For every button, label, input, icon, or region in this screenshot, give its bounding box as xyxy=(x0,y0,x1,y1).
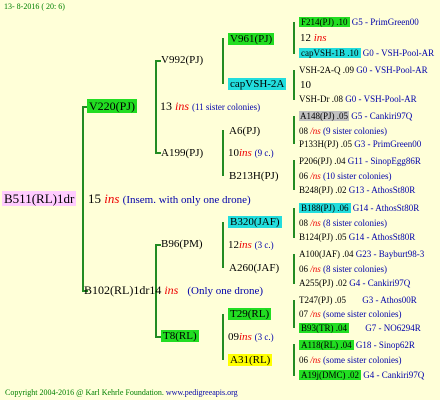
queen-b248[interactable]: B248(PJ) .02 G13 - AthosSt80R xyxy=(299,183,415,198)
footer-copyright: Copyright 2004-2016 @ Karl Kehrle Founda… xyxy=(5,388,238,397)
queen-v961[interactable]: V961(PJ) xyxy=(228,32,275,47)
connector xyxy=(293,254,295,284)
queen-b320[interactable]: B320(JAF) xyxy=(228,215,282,230)
queen-a255[interactable]: A255(PJ) .02 G4 - Cankiri97Q xyxy=(299,276,410,291)
queen-a260[interactable]: A260(JAF) xyxy=(229,261,279,276)
connector xyxy=(293,116,295,144)
connector xyxy=(293,208,295,238)
queen-capvsh1b[interactable]: capVSH-1B .10 G0 - VSH-Pool-AR xyxy=(299,46,434,61)
queen-capvsh2a-info: 10 xyxy=(300,79,311,91)
queen-a118[interactable]: A118(RL) .04 G18 - Sinop62R xyxy=(299,338,415,353)
connector xyxy=(293,344,295,376)
queen-v992[interactable]: V992(PJ) xyxy=(161,53,203,68)
sire-queen[interactable]: V220(PJ) xyxy=(87,99,138,114)
connector xyxy=(222,314,224,360)
queen-p133h[interactable]: P133H(PJ) .05 G3 - PrimGreen00 xyxy=(299,137,421,152)
queen-a19j[interactable]: A19j(DMC) .02 G4 - Cankiri97Q xyxy=(299,368,424,383)
connector xyxy=(222,38,224,84)
date-stamp: 13- 8-2016 ( 20: 6) xyxy=(4,2,65,11)
queen-a199[interactable]: A199(PJ) xyxy=(161,146,203,161)
queen-t29[interactable]: T29(RL) xyxy=(228,307,272,322)
queen-t8[interactable]: T8(RL) xyxy=(161,329,199,344)
queen-b320-info2: 08 /ns (8 sister colonies) xyxy=(299,218,387,228)
dam-queen[interactable]: B102(RL)1dr14 ins (Only one drone) xyxy=(84,283,263,299)
connector xyxy=(155,60,157,154)
connector xyxy=(293,70,295,100)
sire-info: 13 ins (11 sister colonies) xyxy=(160,99,261,113)
connector xyxy=(82,106,84,292)
footer-site-link[interactable]: www.pedigreeapis.org xyxy=(166,388,238,397)
queen-f214[interactable]: F214(PJ) .10 G5 - PrimGreen00 xyxy=(299,15,419,30)
queen-a100[interactable]: A100(JAF) .04 G23 - Bayburt98-3 xyxy=(299,247,424,262)
queen-vshdr[interactable]: VSH-Dr .08 G0 - VSH-Pool-AR xyxy=(299,92,417,107)
queen-b213h-info: 06 /ns (10 sister colonies) xyxy=(299,171,392,181)
queen-a148[interactable]: A148(PJ) .05 G5 - Cankiri97Q xyxy=(299,109,412,124)
queen-b93[interactable]: B93(TR) .04 G7 - NO6294R xyxy=(299,321,421,336)
queen-t8-info: 09ins (3 c.) xyxy=(228,331,274,343)
queen-b124[interactable]: B124(PJ) .05 G14 - AthosSt80R xyxy=(299,230,415,245)
queen-a6[interactable]: A6(PJ) xyxy=(229,124,260,139)
queen-a199-info: 10ins (9 c.) xyxy=(228,147,274,159)
queen-b188[interactable]: B188(PJ) .06 G14 - AthosSt80R xyxy=(299,201,419,216)
queen-b96[interactable]: B96(PM) xyxy=(161,237,203,252)
connector xyxy=(222,222,224,268)
queen-t247[interactable]: T247(PJ) .05 G3 - Athos00R xyxy=(299,293,417,308)
queen-v961-info: 12 ins xyxy=(300,32,327,44)
queen-vsh2aq[interactable]: VSH-2A-Q .09 G0 - VSH-Pool-AR xyxy=(299,63,428,78)
connector xyxy=(293,300,295,328)
queen-t29-info: 07 /ns (some sister colonies) xyxy=(299,309,402,319)
queen-a31-info: 06 /ns (some sister colonies) xyxy=(299,355,402,365)
queen-a260-info: 06 /ns (8 sister colonies) xyxy=(299,264,387,274)
root-info: 15 ins (Insem. with only one drone) xyxy=(88,191,251,206)
connector xyxy=(222,130,224,176)
queen-a31[interactable]: A31(RL) xyxy=(228,353,273,368)
queen-capvsh2a[interactable]: capVSH-2A xyxy=(228,77,287,92)
queen-p206[interactable]: P206(PJ) .04 G11 - SinopEgg86R xyxy=(299,154,421,169)
queen-b213h[interactable]: B213H(PJ) xyxy=(229,169,279,184)
root-queen[interactable]: B511(RL)1dr xyxy=(2,191,77,206)
connector xyxy=(293,160,295,190)
queen-b320-info: 12ins (3 c.) xyxy=(228,239,274,251)
connector xyxy=(293,22,295,54)
